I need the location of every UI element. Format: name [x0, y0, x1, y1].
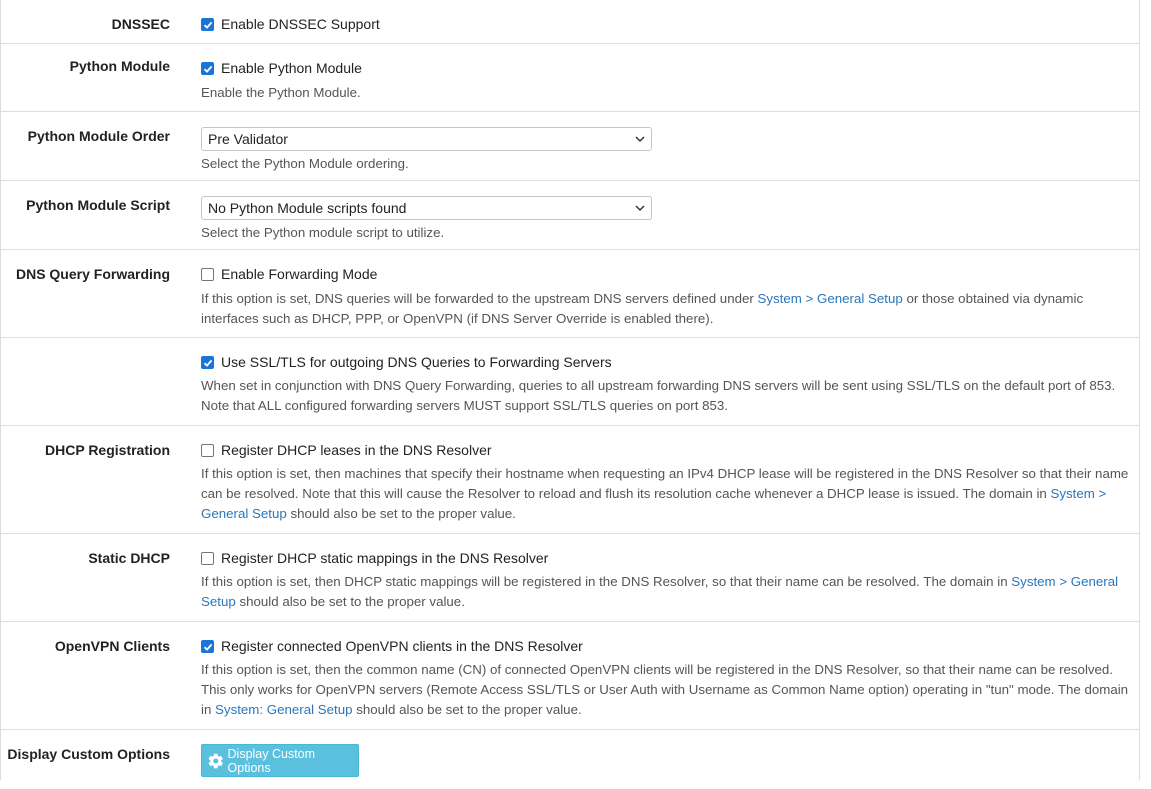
static-dhcp-checkbox[interactable]	[201, 552, 214, 565]
dhcp-registration-label: DHCP Registration	[45, 442, 170, 458]
dnssec-checkbox[interactable]	[201, 18, 214, 31]
python-module-help: Enable the Python Module.	[201, 85, 361, 100]
display-custom-options-button-label: Display Custom Options	[227, 746, 316, 775]
python-module-script-value: No Python Module scripts found	[208, 200, 407, 216]
openvpn-clients-checkbox[interactable]	[201, 640, 214, 653]
static-dhcp-help: If this option is set, then DHCP static …	[201, 572, 1131, 612]
openvpn-clients-label: OpenVPN Clients	[54, 638, 170, 654]
static-dhcp-checkbox-line[interactable]: Register DHCP static mappings in the DNS…	[201, 548, 548, 568]
row-dhcp-registration: DHCP Registration Register DHCP leases i…	[1, 425, 1139, 533]
row-display-custom-options: Display Custom Options Display Custom Op…	[1, 729, 1139, 789]
system-general-setup-link[interactable]: System > General Setup	[758, 291, 903, 306]
chevron-down-icon	[635, 136, 645, 143]
forwarding-mode-checkbox[interactable]	[201, 268, 214, 281]
python-module-script-label: Python Module Script	[26, 197, 170, 213]
dhcp-registration-help: If this option is set, then machines tha…	[201, 464, 1131, 524]
row-static-dhcp: Static DHCP Register DHCP static mapping…	[1, 533, 1139, 621]
python-module-script-select[interactable]: No Python Module scripts found	[201, 196, 652, 220]
dhcp-registration-checkbox-label: Register DHCP leases in the DNS Resolver	[221, 442, 492, 458]
help-text: If this option is set, then machines tha…	[201, 466, 1129, 501]
python-module-script-help: Select the Python module script to utili…	[201, 225, 445, 240]
row-dns-query-forwarding: DNS Query Forwarding Enable Forwarding M…	[1, 249, 1139, 337]
ssl-tls-checkbox[interactable]	[201, 356, 214, 369]
openvpn-clients-checkbox-line[interactable]: Register connected OpenVPN clients in th…	[201, 636, 583, 656]
forwarding-mode-checkbox-label: Enable Forwarding Mode	[221, 266, 378, 282]
row-python-module-order: Python Module Order Pre Validator Select…	[1, 111, 1139, 180]
openvpn-clients-help: If this option is set, then the common n…	[201, 660, 1131, 720]
python-module-order-select[interactable]: Pre Validator	[201, 127, 652, 151]
row-openvpn-clients: OpenVPN Clients Register connected OpenV…	[1, 621, 1139, 729]
static-dhcp-checkbox-label: Register DHCP static mappings in the DNS…	[221, 550, 549, 566]
display-custom-options-button[interactable]: Display Custom Options	[201, 744, 359, 777]
display-custom-options-label: Display Custom Options	[7, 746, 170, 762]
static-dhcp-label: Static DHCP	[88, 550, 170, 566]
row-dnssec: DNSSEC Enable DNSSEC Support	[1, 0, 1139, 43]
python-module-label: Python Module	[69, 58, 170, 74]
ssl-tls-checkbox-line[interactable]: Use SSL/TLS for outgoing DNS Queries to …	[201, 352, 612, 372]
help-text: should also be set to the proper value.	[235, 594, 465, 609]
gear-icon	[208, 753, 223, 768]
dhcp-registration-checkbox[interactable]	[201, 444, 214, 457]
system-general-setup-link[interactable]: System: General Setup	[215, 702, 352, 717]
python-module-order-value: Pre Validator	[208, 131, 288, 147]
help-text: should also be set to the proper value.	[286, 506, 516, 521]
dnssec-checkbox-line[interactable]: Enable DNSSEC Support	[201, 14, 380, 34]
dns-query-forwarding-label: DNS Query Forwarding	[15, 266, 170, 282]
python-module-checkbox-line[interactable]: Enable Python Module	[201, 58, 362, 78]
python-module-checkbox-label: Enable Python Module	[221, 60, 362, 76]
ssl-tls-checkbox-label: Use SSL/TLS for outgoing DNS Queries to …	[221, 354, 612, 370]
openvpn-clients-checkbox-label: Register connected OpenVPN clients in th…	[221, 638, 583, 654]
python-module-order-label: Python Module Order	[27, 128, 170, 144]
row-python-module: Python Module Enable Python Module Enabl…	[1, 43, 1139, 111]
help-text: If this option is set, DNS queries will …	[201, 291, 758, 306]
ssl-tls-help: When set in conjunction with DNS Query F…	[201, 378, 1116, 413]
python-module-order-help: Select the Python Module ordering.	[201, 156, 409, 171]
dnssec-checkbox-label: Enable DNSSEC Support	[221, 16, 380, 32]
dnssec-label: DNSSEC	[111, 16, 170, 32]
dhcp-registration-checkbox-line[interactable]: Register DHCP leases in the DNS Resolver	[201, 440, 492, 460]
python-module-checkbox[interactable]	[201, 62, 214, 75]
help-text: should also be set to the proper value.	[352, 702, 582, 717]
dns-resolver-settings-panel: DNSSEC Enable DNSSEC Support Python Modu…	[0, 0, 1140, 780]
row-ssl-tls: Use SSL/TLS for outgoing DNS Queries to …	[1, 337, 1139, 425]
dns-query-forwarding-help: If this option is set, DNS queries will …	[201, 289, 1131, 329]
row-python-module-script: Python Module Script No Python Module sc…	[1, 180, 1139, 249]
chevron-down-icon	[635, 205, 645, 212]
forwarding-mode-checkbox-line[interactable]: Enable Forwarding Mode	[201, 264, 377, 284]
help-text: If this option is set, then DHCP static …	[201, 574, 1012, 589]
